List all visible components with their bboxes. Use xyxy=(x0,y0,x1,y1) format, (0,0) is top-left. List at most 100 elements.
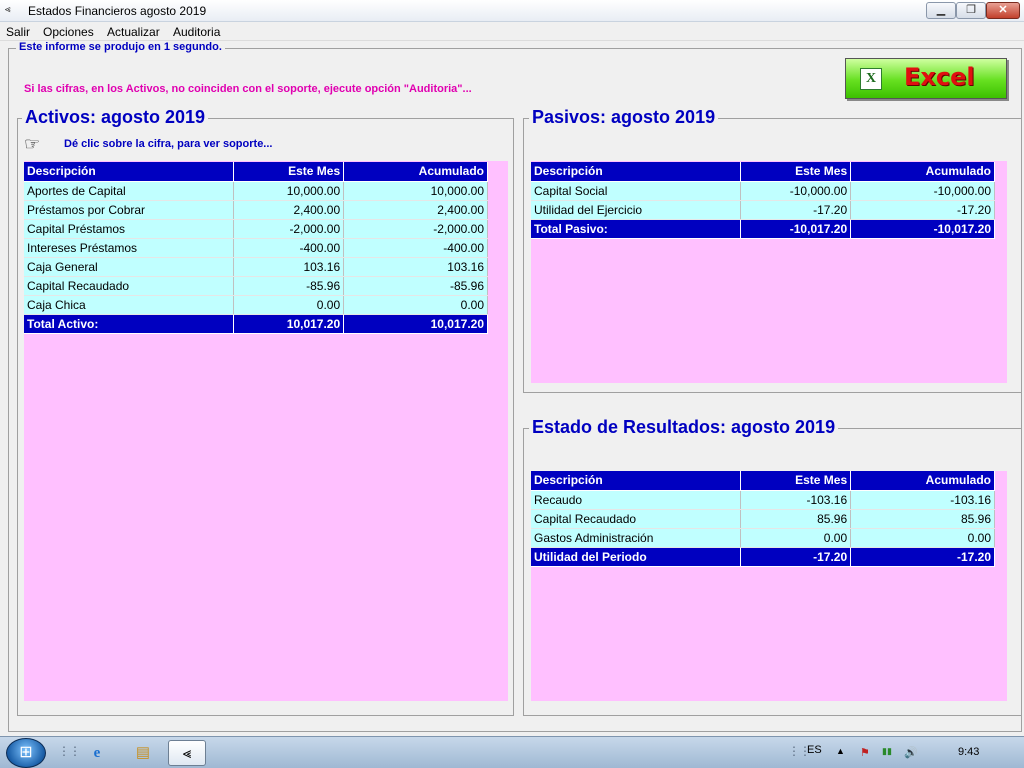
row-description: Utilidad del Ejercicio xyxy=(531,200,742,220)
volume-icon[interactable]: 🔊 xyxy=(904,746,918,759)
report-info: Este informe se produjo en 1 segundo. xyxy=(16,41,225,53)
show-hidden-icons-icon[interactable]: ▲ xyxy=(836,746,845,756)
table-total-row: Total Activo: 10,017.20 10,017.20 xyxy=(24,314,488,334)
menu-item-actualizar[interactable]: Actualizar xyxy=(107,25,160,39)
row-description: Recaudo xyxy=(531,490,742,510)
table-row[interactable]: Capital Recaudado -85.96 -85.96 xyxy=(24,276,488,296)
row-description: Gastos Administración xyxy=(531,528,742,548)
row-acumulado[interactable]: -400.00 xyxy=(343,238,488,258)
table-row[interactable]: Recaudo -103.16 -103.16 xyxy=(531,490,995,510)
row-acumulado[interactable]: -10,000.00 xyxy=(850,181,995,201)
row-acumulado[interactable]: 0.00 xyxy=(343,295,488,315)
pointing-hand-icon: ☞ xyxy=(24,134,41,154)
clock-time[interactable]: 9:43 xyxy=(958,746,979,758)
row-este-mes[interactable]: -17.20 xyxy=(740,200,852,220)
row-description: Aportes de Capital xyxy=(24,181,235,201)
table-row[interactable]: Caja Chica 0.00 0.00 xyxy=(24,295,488,315)
header-este-mes: Este Mes xyxy=(740,162,852,182)
total-este-mes: -10,017.20 xyxy=(740,219,852,239)
taskbar: ⊞ ⋮⋮ e ▤ ⪡ ⋮⋮ ES ▲ ⚑ ▮▮ 🔊 9:43 xyxy=(0,736,1024,768)
row-description: Capital Social xyxy=(531,181,742,201)
menu-item-salir[interactable]: Salir xyxy=(6,25,30,39)
row-este-mes[interactable]: 0.00 xyxy=(233,295,345,315)
row-acumulado[interactable]: 0.00 xyxy=(850,528,995,548)
header-descripcion: Descripción xyxy=(24,162,235,182)
total-label: Total Pasivo: xyxy=(531,219,742,239)
total-este-mes: 10,017.20 xyxy=(233,314,345,334)
maximize-button[interactable]: ❐ xyxy=(956,2,986,19)
row-acumulado[interactable]: -17.20 xyxy=(850,200,995,220)
row-este-mes[interactable]: 0.00 xyxy=(740,528,852,548)
table-header: Descripción Este Mes Acumulado xyxy=(531,162,995,182)
warning-message: Si las cifras, en los Activos, no coinci… xyxy=(24,83,472,95)
action-center-flag-icon[interactable]: ⚑ xyxy=(860,746,870,759)
excel-icon: X xyxy=(860,68,882,90)
internet-explorer-icon[interactable]: e xyxy=(78,740,116,766)
table-row[interactable]: Capital Recaudado 85.96 85.96 xyxy=(531,509,995,529)
row-description: Caja General xyxy=(24,257,235,277)
row-acumulado[interactable]: 103.16 xyxy=(343,257,488,277)
table-row[interactable]: Préstamos por Cobrar 2,400.00 2,400.00 xyxy=(24,200,488,220)
row-este-mes[interactable]: 85.96 xyxy=(740,509,852,529)
table-total-row: Utilidad del Periodo -17.20 -17.20 xyxy=(531,547,995,567)
header-este-mes: Este Mes xyxy=(740,471,852,491)
row-este-mes[interactable]: 103.16 xyxy=(233,257,345,277)
close-button[interactable]: ✕ xyxy=(986,2,1020,19)
minimize-button[interactable]: ▁ xyxy=(926,2,956,19)
row-description: Capital Recaudado xyxy=(24,276,235,296)
app-icon: ⪡ xyxy=(5,4,11,15)
pasivos-table: Descripción Este Mes Acumulado Capital S… xyxy=(531,162,995,239)
table-row[interactable]: Caja General 103.16 103.16 xyxy=(24,257,488,277)
file-explorer-icon[interactable]: ▤ xyxy=(124,740,162,766)
table-row[interactable]: Utilidad del Ejercicio -17.20 -17.20 xyxy=(531,200,995,220)
active-app-button[interactable]: ⪡ xyxy=(168,740,206,766)
row-este-mes[interactable]: 10,000.00 xyxy=(233,181,345,201)
pasivos-title: Pasivos: agosto 2019 xyxy=(529,107,719,128)
table-row[interactable]: Capital Préstamos -2,000.00 -2,000.00 xyxy=(24,219,488,239)
row-description: Caja Chica xyxy=(24,295,235,315)
row-acumulado[interactable]: 10,000.00 xyxy=(343,181,488,201)
total-este-mes: -17.20 xyxy=(740,547,852,567)
row-acumulado[interactable]: -103.16 xyxy=(850,490,995,510)
menu-item-auditoria[interactable]: Auditoria xyxy=(173,25,220,39)
table-row[interactable]: Aportes de Capital 10,000.00 10,000.00 xyxy=(24,181,488,201)
start-button[interactable]: ⊞ xyxy=(6,738,46,768)
table-row[interactable]: Gastos Administración 0.00 0.00 xyxy=(531,528,995,548)
menu-bar: Salir Opciones Actualizar Auditoria xyxy=(0,22,1024,41)
activos-title: Activos: agosto 2019 xyxy=(22,107,209,128)
activos-hint: Dé clic sobre la cifra, para ver soporte… xyxy=(64,138,273,150)
activos-table: Descripción Este Mes Acumulado Aportes d… xyxy=(24,162,488,334)
row-este-mes[interactable]: -400.00 xyxy=(233,238,345,258)
table-row[interactable]: Capital Social -10,000.00 -10,000.00 xyxy=(531,181,995,201)
row-acumulado[interactable]: 85.96 xyxy=(850,509,995,529)
row-este-mes[interactable]: -85.96 xyxy=(233,276,345,296)
total-acumulado: 10,017.20 xyxy=(343,314,488,334)
resultados-title: Estado de Resultados: agosto 2019 xyxy=(529,417,839,438)
header-acumulado: Acumulado xyxy=(850,162,995,182)
header-acumulado: Acumulado xyxy=(850,471,995,491)
header-descripcion: Descripción xyxy=(531,162,742,182)
header-descripcion: Descripción xyxy=(531,471,742,491)
row-acumulado[interactable]: -2,000.00 xyxy=(343,219,488,239)
row-description: Capital Préstamos xyxy=(24,219,235,239)
excel-button-label: Excel xyxy=(904,63,975,91)
header-este-mes: Este Mes xyxy=(233,162,345,182)
header-acumulado: Acumulado xyxy=(343,162,488,182)
row-este-mes[interactable]: -10,000.00 xyxy=(740,181,852,201)
total-label: Total Activo: xyxy=(24,314,235,334)
row-este-mes[interactable]: -2,000.00 xyxy=(233,219,345,239)
excel-button[interactable]: X Excel xyxy=(845,58,1007,99)
menu-item-opciones[interactable]: Opciones xyxy=(43,25,94,39)
network-icon[interactable]: ▮▮ xyxy=(882,746,892,757)
row-este-mes[interactable]: -103.16 xyxy=(740,490,852,510)
row-description: Préstamos por Cobrar xyxy=(24,200,235,220)
resultados-table: Descripción Este Mes Acumulado Recaudo -… xyxy=(531,471,995,567)
table-row[interactable]: Intereses Préstamos -400.00 -400.00 xyxy=(24,238,488,258)
total-acumulado: -17.20 xyxy=(850,547,995,567)
total-label: Utilidad del Periodo xyxy=(531,547,742,567)
row-acumulado[interactable]: 2,400.00 xyxy=(343,200,488,220)
row-este-mes[interactable]: 2,400.00 xyxy=(233,200,345,220)
row-acumulado[interactable]: -85.96 xyxy=(343,276,488,296)
language-indicator[interactable]: ES xyxy=(807,744,822,756)
taskbar-grip: ⋮⋮ xyxy=(58,744,81,758)
